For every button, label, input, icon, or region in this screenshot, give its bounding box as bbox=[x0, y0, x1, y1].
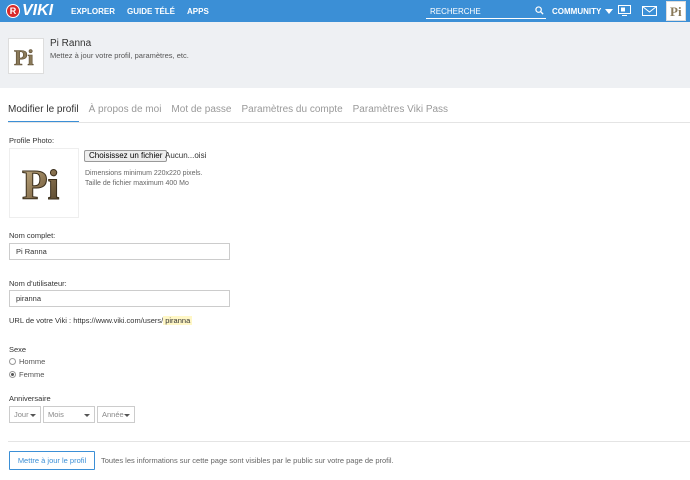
nav-apps[interactable]: APPS bbox=[187, 7, 209, 16]
avatar-pi-icon: Pi bbox=[14, 45, 34, 71]
chevron-down-icon bbox=[84, 414, 90, 417]
month-select-value: Mois bbox=[48, 410, 64, 419]
chevron-down-icon bbox=[605, 8, 614, 14]
svg-text:Pi: Pi bbox=[14, 45, 34, 70]
footer-note: Toutes les informations sur cette page s… bbox=[101, 456, 394, 465]
viki-logo[interactable]: R VIKI bbox=[6, 3, 53, 19]
month-select[interactable]: Mois bbox=[43, 406, 95, 423]
full-name-label: Nom complet: bbox=[9, 231, 56, 240]
day-select[interactable]: Jour bbox=[9, 406, 41, 423]
day-select-value: Jour bbox=[14, 410, 29, 419]
choose-file-button[interactable]: Choisissez un fichier bbox=[84, 150, 168, 162]
user-avatar[interactable]: Pi bbox=[666, 1, 686, 21]
tabs-divider bbox=[8, 122, 690, 123]
profile-photo: Pi bbox=[9, 148, 79, 218]
full-name-input[interactable]: Pi Ranna bbox=[9, 243, 230, 260]
settings-tabs: Modifier le profil À propos de moi Mot d… bbox=[8, 100, 458, 123]
community-label: COMMUNITY bbox=[552, 6, 602, 16]
photo-label: Profile Photo: bbox=[9, 136, 55, 145]
year-select[interactable]: Année bbox=[97, 406, 135, 423]
update-profile-button[interactable]: Mettre à jour le profil bbox=[9, 451, 95, 470]
tab-a-propos-de-moi[interactable]: À propos de moi bbox=[89, 100, 162, 123]
logo-badge: R bbox=[6, 4, 20, 18]
avatar-pi-icon: Pi bbox=[670, 4, 682, 19]
chevron-down-icon bbox=[30, 414, 36, 417]
radio-label: Homme bbox=[19, 357, 46, 366]
year-select-value: Année bbox=[102, 410, 124, 419]
top-navigation-bar: R VIKI EXPLORER GUIDE TÉLÉ APPS COMMUNIT… bbox=[0, 0, 690, 22]
nav-explorer[interactable]: EXPLORER bbox=[71, 7, 115, 16]
radio-button[interactable] bbox=[9, 358, 16, 365]
search-input[interactable] bbox=[426, 6, 530, 16]
tab-modifier-le-profil[interactable]: Modifier le profil bbox=[8, 100, 79, 123]
svg-text:Pi: Pi bbox=[22, 163, 60, 209]
radio-selected-dot bbox=[11, 373, 14, 376]
profile-name: Pi Ranna bbox=[50, 38, 92, 49]
radio-label: Femme bbox=[19, 370, 45, 379]
search-box bbox=[426, 4, 546, 19]
footer-divider bbox=[8, 441, 690, 442]
header-avatar: Pi bbox=[8, 38, 44, 74]
radio-button[interactable] bbox=[9, 371, 16, 378]
nav-guide-tele[interactable]: GUIDE TÉLÉ bbox=[127, 7, 175, 16]
chevron-down-icon bbox=[124, 414, 130, 417]
sex-label: Sexe bbox=[9, 345, 27, 354]
radio-homme[interactable]: Homme bbox=[9, 357, 45, 366]
username-input[interactable]: piranna bbox=[9, 290, 230, 307]
url-prefix: URL de votre Viki : https://www.viki.com… bbox=[9, 316, 164, 325]
nav-links: EXPLORER GUIDE TÉLÉ APPS bbox=[71, 0, 209, 22]
tab-parametres-du-compte[interactable]: Paramètres du compte bbox=[241, 100, 342, 123]
tab-parametres-viki-pass[interactable]: Paramètres Viki Pass bbox=[353, 100, 448, 123]
logo-text: VIKI bbox=[22, 2, 54, 19]
profile-header: Pi Pi Ranna Mettez à jour votre profil, … bbox=[0, 22, 690, 88]
hint-size: Taille de fichier maximum 400 Mo bbox=[85, 180, 189, 187]
tab-mot-de-passe[interactable]: Mot de passe bbox=[171, 100, 231, 123]
search-icon[interactable] bbox=[535, 6, 544, 15]
tv-icon[interactable] bbox=[618, 5, 631, 16]
birthday-label: Anniversaire bbox=[9, 394, 51, 403]
svg-text:Pi: Pi bbox=[670, 4, 682, 19]
hint-dimensions: Dimensions minimum 220x220 pixels. bbox=[85, 170, 203, 177]
radio-femme[interactable]: Femme bbox=[9, 370, 44, 379]
username-label: Nom d'utilisateur: bbox=[9, 279, 67, 288]
community-menu[interactable]: COMMUNITY bbox=[552, 0, 614, 22]
viki-url: URL de votre Viki : https://www.viki.com… bbox=[9, 316, 193, 325]
mail-icon[interactable] bbox=[642, 6, 657, 16]
url-username: piranna bbox=[163, 316, 193, 325]
avatar-pi-icon: Pi bbox=[22, 163, 61, 210]
profile-subtitle: Mettez à jour votre profil, paramètres, … bbox=[50, 51, 189, 60]
file-name: Aucun...oisi bbox=[165, 151, 207, 160]
